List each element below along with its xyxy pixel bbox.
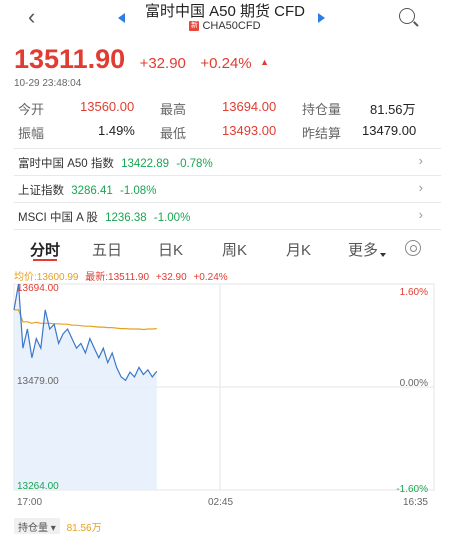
indicator-value: 81.56万 [66,523,102,534]
up-arrow-icon: ▲ [260,57,269,67]
stats-row: 振幅 1.49% 最低 13493.00 昨结算 13479.00 [0,120,455,144]
index-change: -0.78% [176,158,213,170]
settings-icon[interactable] [405,240,421,256]
search-icon[interactable] [399,8,415,24]
volume-footer: 持仓量 ▾ 81.56万 [14,518,102,534]
amp-value: 1.49% [98,123,135,138]
divider [14,229,441,230]
y-tick-left-bottom: 13264.00 [17,481,59,492]
index-name: 富时中国 A50 指数 [18,158,114,170]
oi-value: 81.56万 [370,102,416,117]
divider [14,202,441,203]
active-tab-indicator [33,259,57,261]
flag-icon: 新 [189,21,200,32]
price-area [14,284,157,490]
index-value: 13422.89 [121,158,170,170]
tab-more-label: 更多 [348,242,379,259]
x-tick-mid: 02:45 [208,497,234,508]
high-value: 13694.00 [222,99,277,114]
index-value: 1236.38 [105,212,147,224]
high-label: 最高 [160,102,187,117]
instrument-code: 新 CHA50CFD [130,20,320,32]
chevron-right-icon: › [418,207,423,222]
chevron-right-icon: › [418,180,423,195]
prev-instrument-icon[interactable] [118,13,125,23]
low-label: 最低 [160,126,187,141]
amp-label: 振幅 [18,126,45,141]
stats-row: 今开 13560.00 最高 13694.00 持仓量 81.56万 [0,96,455,120]
caret-down-icon [380,253,387,257]
y-tick-right-top: 1.60% [399,287,428,298]
indicator-selector[interactable]: 持仓量 ▾ [14,518,60,534]
open-value: 13560.00 [80,99,135,114]
tab-intraday[interactable]: 分时 [30,239,60,260]
related-index-row[interactable]: MSCI 中国 A 股 1236.38 -1.00% › [0,204,455,228]
chevron-left-icon[interactable]: ‹ [28,6,35,28]
chevron-right-icon: › [418,153,423,168]
quote-time: 10-29 23:48:04 [14,78,82,89]
prev-settle-value: 13479.00 [362,123,417,138]
price-summary: 13511.90 +32.90 +0.24% ▲ [14,44,269,74]
index-name: MSCI 中国 A 股 [18,212,98,224]
related-index-row[interactable]: 上证指数 3286.41 -1.08% › [0,177,455,201]
index-name: 上证指数 [18,185,64,197]
chart-svg [13,283,435,491]
tab-daily-k[interactable]: 日K [158,239,183,260]
tab-more[interactable]: 更多 [348,239,387,260]
header-bar: ‹ 富时中国 A50 期货 CFD 新 CHA50CFD [0,0,455,40]
y-tick-left-mid: 13479.00 [17,376,59,387]
low-value: 13493.00 [222,123,277,138]
prev-settle-label: 昨结算 [302,126,342,141]
tab-weekly-k[interactable]: 周K [222,239,247,260]
y-tick-right-mid: 0.00% [399,378,428,389]
index-value: 3286.41 [71,185,113,197]
avg-price-line [14,309,157,331]
divider [14,148,441,149]
tab-five-day[interactable]: 五日 [92,239,122,260]
intraday-chart[interactable]: 13694.00 13479.00 13264.00 1.60% 0.00% -… [0,280,455,515]
stats-grid: 今开 13560.00 最高 13694.00 持仓量 81.56万 振幅 1.… [0,96,455,144]
page-title: 富时中国 A50 期货 CFD [144,3,306,20]
x-tick-start: 17:00 [17,497,43,508]
price-change-pct: +0.24% [200,55,252,72]
tab-monthly-k[interactable]: 月K [286,239,311,260]
related-index-row[interactable]: 富时中国 A50 指数 13422.89 -0.78% › [0,150,455,174]
period-tabs: 分时 五日 日K 周K 月K 更多 [0,236,455,264]
x-tick-end: 16:35 [402,497,428,508]
last-price: 13511.90 [14,44,126,74]
open-label: 今开 [18,102,45,117]
instrument-code-text: CHA50CFD [202,20,261,32]
y-tick-left-top: 13694.00 [17,283,59,294]
price-change: +32.90 [139,55,186,72]
oi-label: 持仓量 [302,102,342,117]
divider [14,175,441,176]
index-change: -1.00% [153,212,191,224]
next-instrument-icon[interactable] [318,13,325,23]
indicator-label: 持仓量 [18,523,48,534]
y-tick-right-bottom: -1.60% [396,484,428,495]
index-change: -1.08% [119,185,157,197]
